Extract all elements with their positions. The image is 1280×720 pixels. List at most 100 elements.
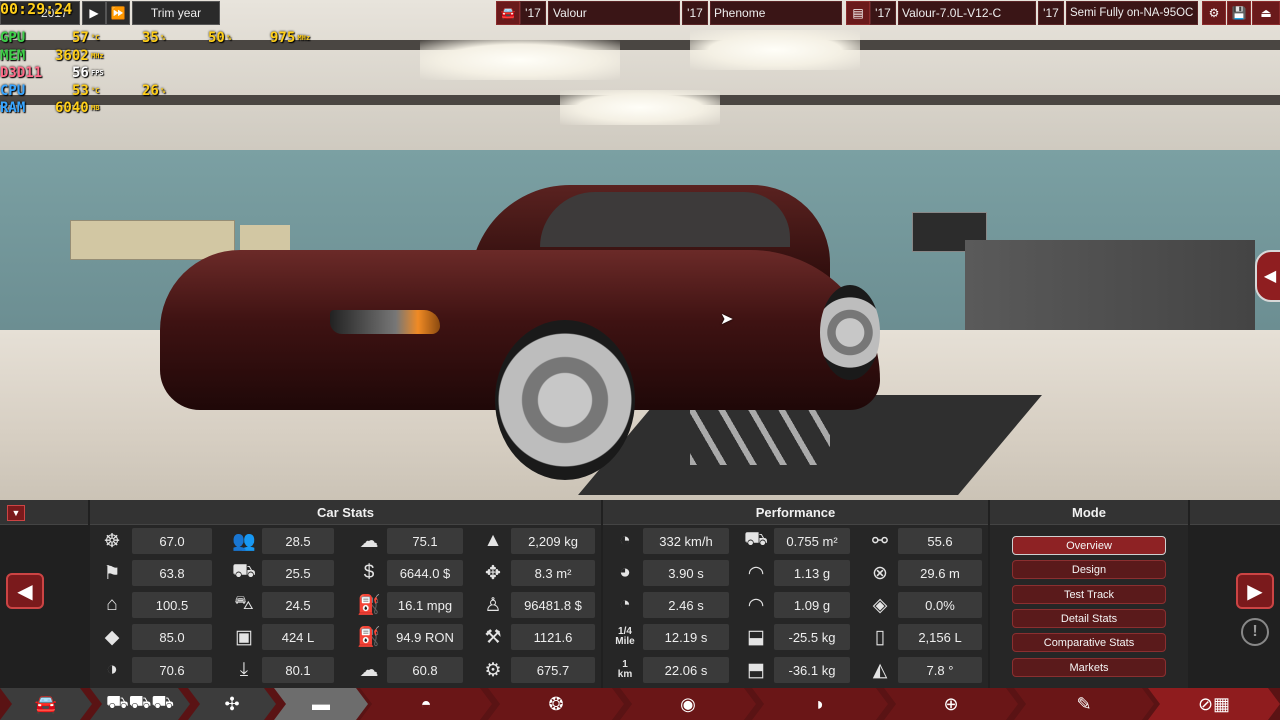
fast-forward-icon: ⏩ [110,6,126,20]
collapse-panel-button[interactable]: ▼ [7,505,25,521]
overlay-row: RAM 6040 MB [0,100,330,118]
variant-name-field[interactable]: Semi Fully on-NA-95OC [1066,1,1198,25]
overlay-value: 6040 [55,100,89,116]
utility-truck-icon: ⛟ [232,561,256,582]
seat-icon: ⌂ [106,594,118,615]
tab-trims[interactable]: ⛟⛟⛟ [90,688,190,720]
mode-button-detail-stats[interactable]: Detail Stats [1012,609,1166,628]
gear-icon: ⚙ [1208,6,1220,20]
passengers-icon: 👥 [232,531,256,552]
warning-button[interactable]: ! [1241,618,1269,646]
stat-value: 29.6 m [898,560,982,586]
brain-icon: ☁ [359,530,379,552]
overlay-unit: °C [91,86,100,95]
quarter-mile-icon: 1/4 Mile [615,626,635,647]
stat-value: -25.5 kg [774,624,850,650]
overlay-label: GPU [0,30,26,46]
stat-value: 100.5 [132,592,212,618]
overlay-row: D3D11 56 FPS [0,65,330,83]
rear-load-icon: ⬒ [747,659,765,681]
trim-year-value: '17 [687,6,703,20]
mode-button-test-track[interactable]: Test Track [1012,585,1166,604]
stat-value: 424 L [262,624,334,650]
engine-name-field[interactable]: Valour-7.0L-V12-C [898,1,1036,25]
overlay-label: D3D11 [0,65,43,81]
tab-tune[interactable]: ✎ [1014,688,1154,720]
overlay-label: RAM [0,100,26,116]
stat-value: 94.9 RON [387,624,463,650]
stat-value: 63.8 [132,560,212,586]
overlay-value: 35 [142,30,159,46]
right-header [1190,500,1280,525]
tab-suspension[interactable]: ◉ [620,688,756,720]
stat-value: 1.13 g [774,560,850,586]
overlay-value: 50 [208,30,225,46]
cargo-icon: ▣ [235,626,253,648]
tab-aero[interactable]: ◗ [752,688,888,720]
tab-test[interactable]: ⊘▦ [1148,688,1280,720]
trim-name-field[interactable]: Phenome [710,1,842,25]
side-panel-toggle-button[interactable]: ◀ [1255,250,1280,302]
accel-60-icon: ◔ [619,594,631,615]
car-icon: 🚘 [34,693,58,714]
car-window [540,192,790,247]
ceiling-light [690,30,860,70]
play-button[interactable]: ▶ [82,1,106,25]
stat-value: 25.5 [262,560,334,586]
mode-button-design[interactable]: Design [1012,560,1166,579]
body-year-label: '17 [525,6,541,20]
stat-value: 332 km/h [643,528,729,554]
tab-body[interactable]: ▬ [274,688,368,720]
overlay-value: 56 [72,65,89,81]
mode-button-overview[interactable]: Overview [1012,536,1166,555]
overlay-unit: % [161,34,166,42]
stat-value: 60.8 [387,657,463,683]
car-body-icon: ▬ [312,693,330,714]
performance-header: Performance [603,500,988,525]
wheel-icon: ❂ [548,693,564,714]
overlay-row: GPU 57 °C 35% 50% 975 MHz [0,30,330,48]
mode-button-markets[interactable]: Markets [1012,658,1166,677]
overlay-value: 3602 [55,47,89,64]
save-button[interactable]: 💾 [1227,1,1251,25]
stat-value: 28.5 [262,528,334,554]
game-window: ➤ ◀ 2017 ▶ ⏩ Trim year 🚘 '17 Valour '17 … [0,0,1280,720]
stat-value: 2.46 s [643,592,729,618]
one-km-icon: 1 km [617,659,633,680]
overlay-label: CPU [0,82,26,99]
exit-button[interactable]: ⏏ [1252,1,1280,25]
rear-wheel [820,285,880,380]
front-wheel [495,320,635,480]
variant-name-label: Semi Fully on-NA-95OC [1070,7,1194,19]
mode-header: Mode [990,500,1188,525]
engine-select-button[interactable]: ▤ [846,1,870,25]
next-button[interactable]: ▶ [1236,573,1274,609]
tab-chassis[interactable]: ✣ [188,688,276,720]
stat-value: 8.3 m² [511,560,595,586]
reliability-icon: ⤓ [239,659,249,680]
stat-value: 24.5 [262,592,334,618]
previous-button[interactable]: ◀ [6,573,44,609]
fast-forward-button[interactable]: ⏩ [106,1,130,25]
race-flag-icon: ⚑ [103,562,121,584]
speedometer-icon: ◔ [619,530,631,551]
car-select-button[interactable]: 🚘 [496,1,520,25]
settings-button[interactable]: ⚙ [1202,1,1226,25]
tab-wheels[interactable]: ❂ [488,688,624,720]
overlay-value: 975 [270,30,296,46]
tab-car-model[interactable]: 🚘 [0,688,92,720]
mode-button-comparative-stats[interactable]: Comparative Stats [1012,633,1166,652]
stat-value: 96481.8 $ [511,592,595,618]
stat-value: 2,209 kg [511,528,595,554]
body-name-field[interactable]: Valour [548,1,680,25]
stat-value: -36.1 kg [774,657,850,683]
overlay-row: CPU 53 °C 26% [0,83,330,101]
trim-year-field[interactable]: Trim year [132,1,220,25]
anvil-icon: ⚒ [484,626,502,648]
tab-fixture[interactable]: ◓ [360,688,492,720]
stat-value: 12.19 s [643,624,729,650]
tab-interior[interactable]: ⊕ [884,688,1018,720]
ceiling-light [560,90,720,125]
weight-icon: ▲ [483,530,503,551]
overlay-value: 26 [142,82,159,99]
